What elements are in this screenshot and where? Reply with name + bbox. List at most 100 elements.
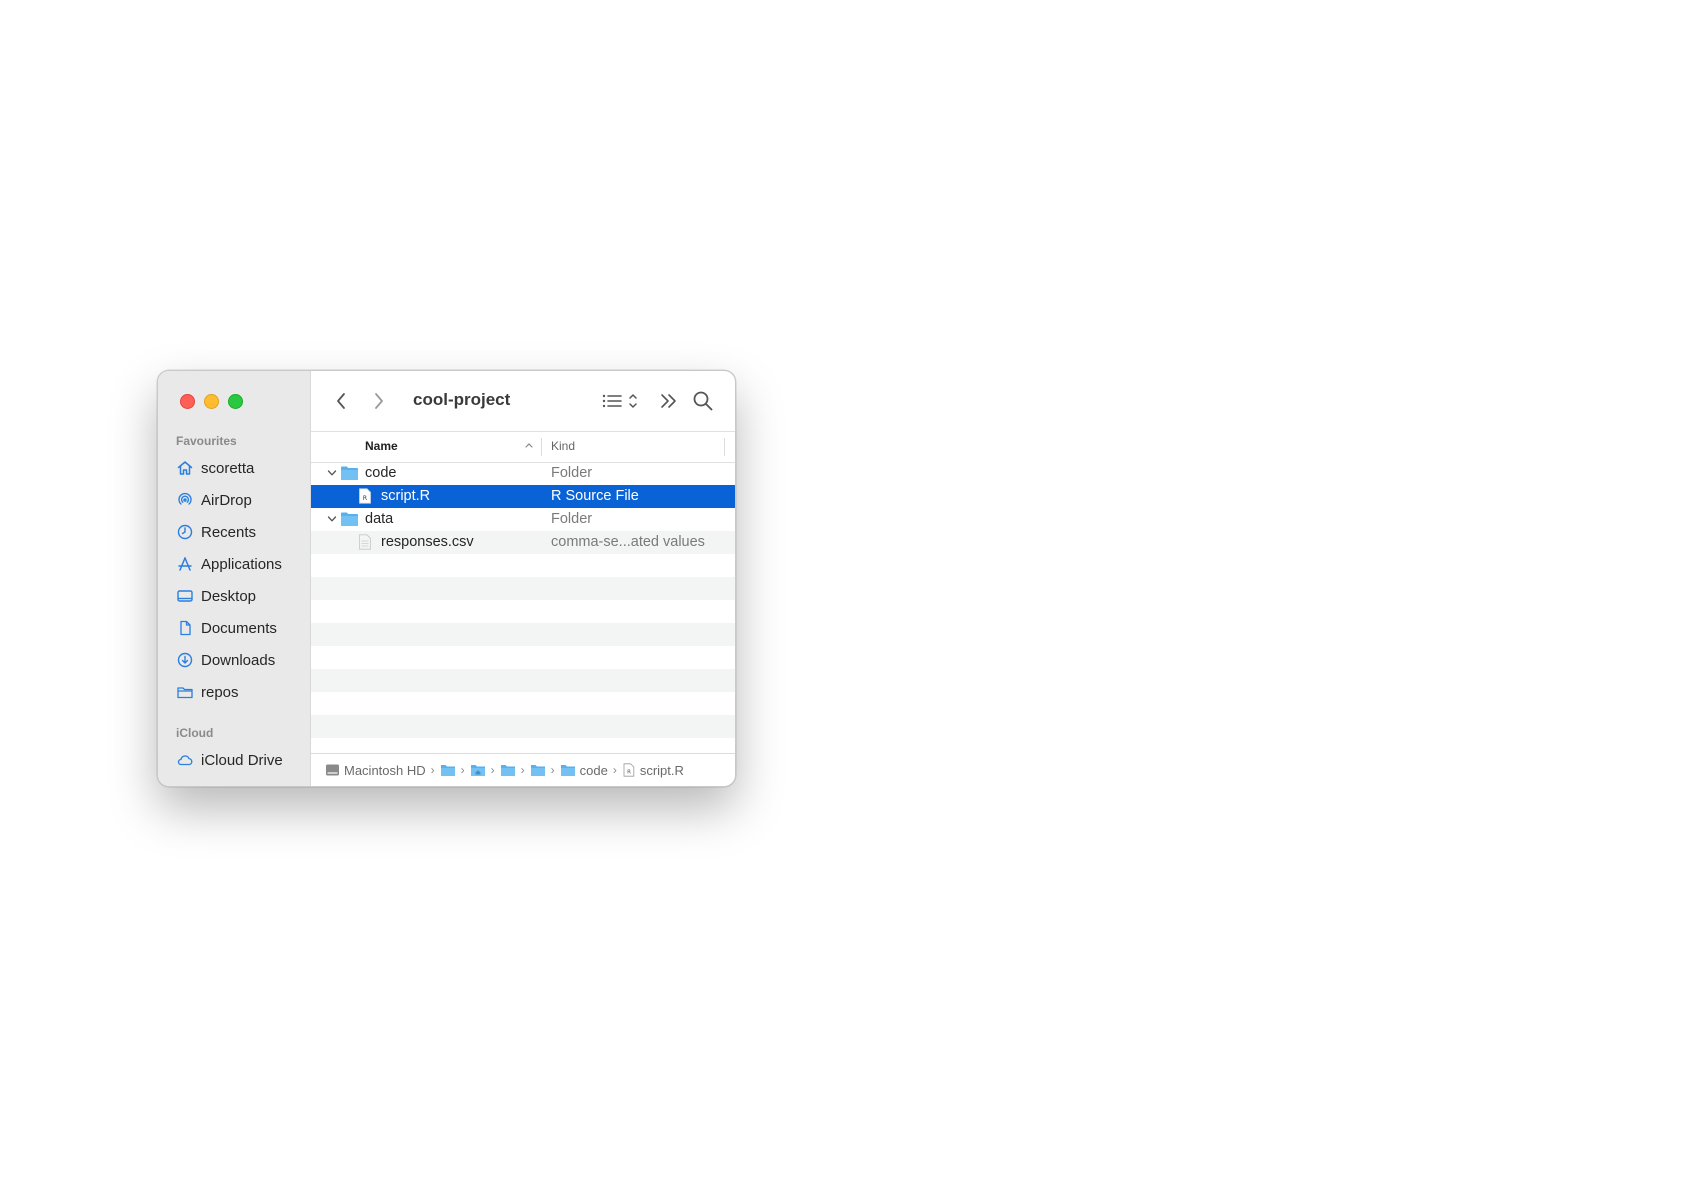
sidebar-item-label: Applications: [201, 555, 282, 573]
hard-disk-icon: [326, 764, 339, 776]
window-title: cool-project: [413, 390, 511, 409]
file-name: script.R: [381, 488, 431, 504]
file-kind: Folder: [551, 465, 593, 481]
home-folder-icon: [470, 765, 485, 776]
path-segment-folder[interactable]: [500, 763, 516, 777]
sidebar-item-label: AirDrop: [201, 491, 252, 509]
double-chevron-icon: [661, 394, 676, 408]
zoom-window-button[interactable]: [228, 394, 243, 409]
folder-icon: [560, 765, 575, 776]
sidebar-item-downloads[interactable]: Downloads: [176, 646, 306, 674]
finder-window: Favourites scoretta AirDrop Recents Appl…: [157, 370, 736, 787]
folder-icon: [440, 765, 455, 776]
path-segment-folder[interactable]: [530, 763, 546, 777]
path-separator-icon: ›: [430, 763, 435, 777]
path-separator-icon: ›: [612, 763, 617, 777]
csv-file-icon: [359, 534, 371, 550]
file-list: code Folder R script.R R Source File dat…: [311, 462, 735, 738]
chevron-right-icon: [375, 393, 383, 409]
column-header-name[interactable]: Name: [365, 439, 398, 453]
column-header: Name Kind: [311, 431, 735, 463]
folder-icon: [341, 466, 358, 480]
list-view-icon: [602, 394, 637, 408]
cloud-icon: [177, 755, 193, 766]
path-separator-icon: ›: [460, 763, 465, 777]
file-name: code: [365, 465, 397, 481]
sidebar-item-icloud-drive[interactable]: iCloud Drive: [176, 746, 306, 774]
path-separator-icon: ›: [520, 763, 525, 777]
download-icon: [177, 652, 193, 668]
empty-row: [311, 669, 735, 692]
sidebar-item-recents[interactable]: Recents: [176, 518, 306, 546]
svg-text:R: R: [627, 770, 631, 776]
path-segment-label: Macintosh HD: [344, 762, 426, 778]
sidebar-item-label: Downloads: [201, 651, 276, 669]
empty-row: [311, 623, 735, 646]
sidebar: Favourites scoretta AirDrop Recents Appl…: [158, 371, 311, 786]
disclosure-expanded-icon[interactable]: [327, 514, 337, 524]
disclosure-expanded-icon[interactable]: [327, 468, 337, 478]
r-source-file-icon: R: [359, 488, 371, 504]
empty-row: [311, 692, 735, 715]
path-bar: Macintosh HD › › › › › code › R script.R: [311, 753, 735, 786]
sidebar-item-label: Documents: [201, 619, 277, 637]
folder-icon: [341, 512, 358, 526]
chevron-left-icon: [337, 393, 345, 409]
sidebar-item-scoretta[interactable]: scoretta: [176, 454, 306, 482]
forward-button[interactable]: [371, 390, 387, 412]
column-divider[interactable]: [724, 438, 725, 456]
path-segment-folder[interactable]: [470, 763, 486, 777]
sidebar-item-label: scoretta: [201, 459, 255, 477]
empty-row: [311, 715, 735, 738]
r-source-file-icon: R: [623, 763, 635, 777]
file-name: responses.csv: [381, 534, 474, 550]
airdrop-icon: [178, 492, 192, 505]
main-area: cool-project Name Kind code Folder R scr…: [311, 371, 735, 786]
folder-icon: [530, 765, 545, 776]
document-icon: [180, 620, 191, 636]
window-controls: [180, 394, 243, 409]
search-button[interactable]: [692, 390, 714, 412]
empty-row: [311, 600, 735, 623]
sidebar-item-label: repos: [201, 683, 239, 701]
column-header-kind[interactable]: Kind: [551, 439, 575, 453]
file-row-script-r[interactable]: R script.R R Source File: [311, 485, 735, 508]
path-segment-code[interactable]: code: [560, 763, 608, 778]
empty-row: [311, 577, 735, 600]
empty-row: [311, 646, 735, 669]
minimize-window-button[interactable]: [204, 394, 219, 409]
sidebar-item-repos[interactable]: repos: [176, 678, 306, 706]
sort-ascending-icon: [525, 443, 533, 448]
folder-icon: [500, 765, 515, 776]
path-separator-icon: ›: [550, 763, 555, 777]
clock-icon: [177, 524, 193, 540]
sidebar-item-airdrop[interactable]: AirDrop: [176, 486, 306, 514]
file-kind: comma-se...ated values: [551, 534, 705, 550]
more-toolbar-items-button[interactable]: [659, 390, 679, 412]
close-window-button[interactable]: [180, 394, 195, 409]
view-options-button[interactable]: [601, 390, 645, 412]
sidebar-section-favourites: Favourites: [176, 434, 237, 448]
sidebar-item-desktop[interactable]: Desktop: [176, 582, 306, 610]
file-kind: Folder: [551, 511, 593, 527]
empty-row: [311, 554, 735, 577]
path-separator-icon: ›: [490, 763, 495, 777]
sidebar-item-applications[interactable]: Applications: [176, 550, 306, 578]
path-segment-disk[interactable]: Macintosh HD: [325, 763, 426, 778]
sidebar-section-icloud: iCloud: [176, 726, 214, 740]
back-button[interactable]: [333, 390, 349, 412]
file-kind: R Source File: [551, 488, 639, 504]
file-row-data[interactable]: data Folder: [311, 508, 735, 531]
path-segment-file[interactable]: R script.R: [622, 763, 684, 778]
file-row-code[interactable]: code Folder: [311, 462, 735, 485]
file-row-responses-csv[interactable]: responses.csv comma-se...ated values: [311, 531, 735, 554]
column-divider[interactable]: [541, 438, 542, 456]
path-segment-label: script.R: [639, 762, 684, 778]
toolbar: cool-project: [311, 371, 735, 431]
sidebar-item-documents[interactable]: Documents: [176, 614, 306, 642]
path-segment-folder[interactable]: [440, 763, 456, 777]
file-name: data: [365, 511, 394, 527]
sidebar-item-label: iCloud Drive: [201, 751, 283, 769]
search-icon: [693, 391, 713, 411]
sidebar-item-label: Recents: [201, 523, 257, 541]
